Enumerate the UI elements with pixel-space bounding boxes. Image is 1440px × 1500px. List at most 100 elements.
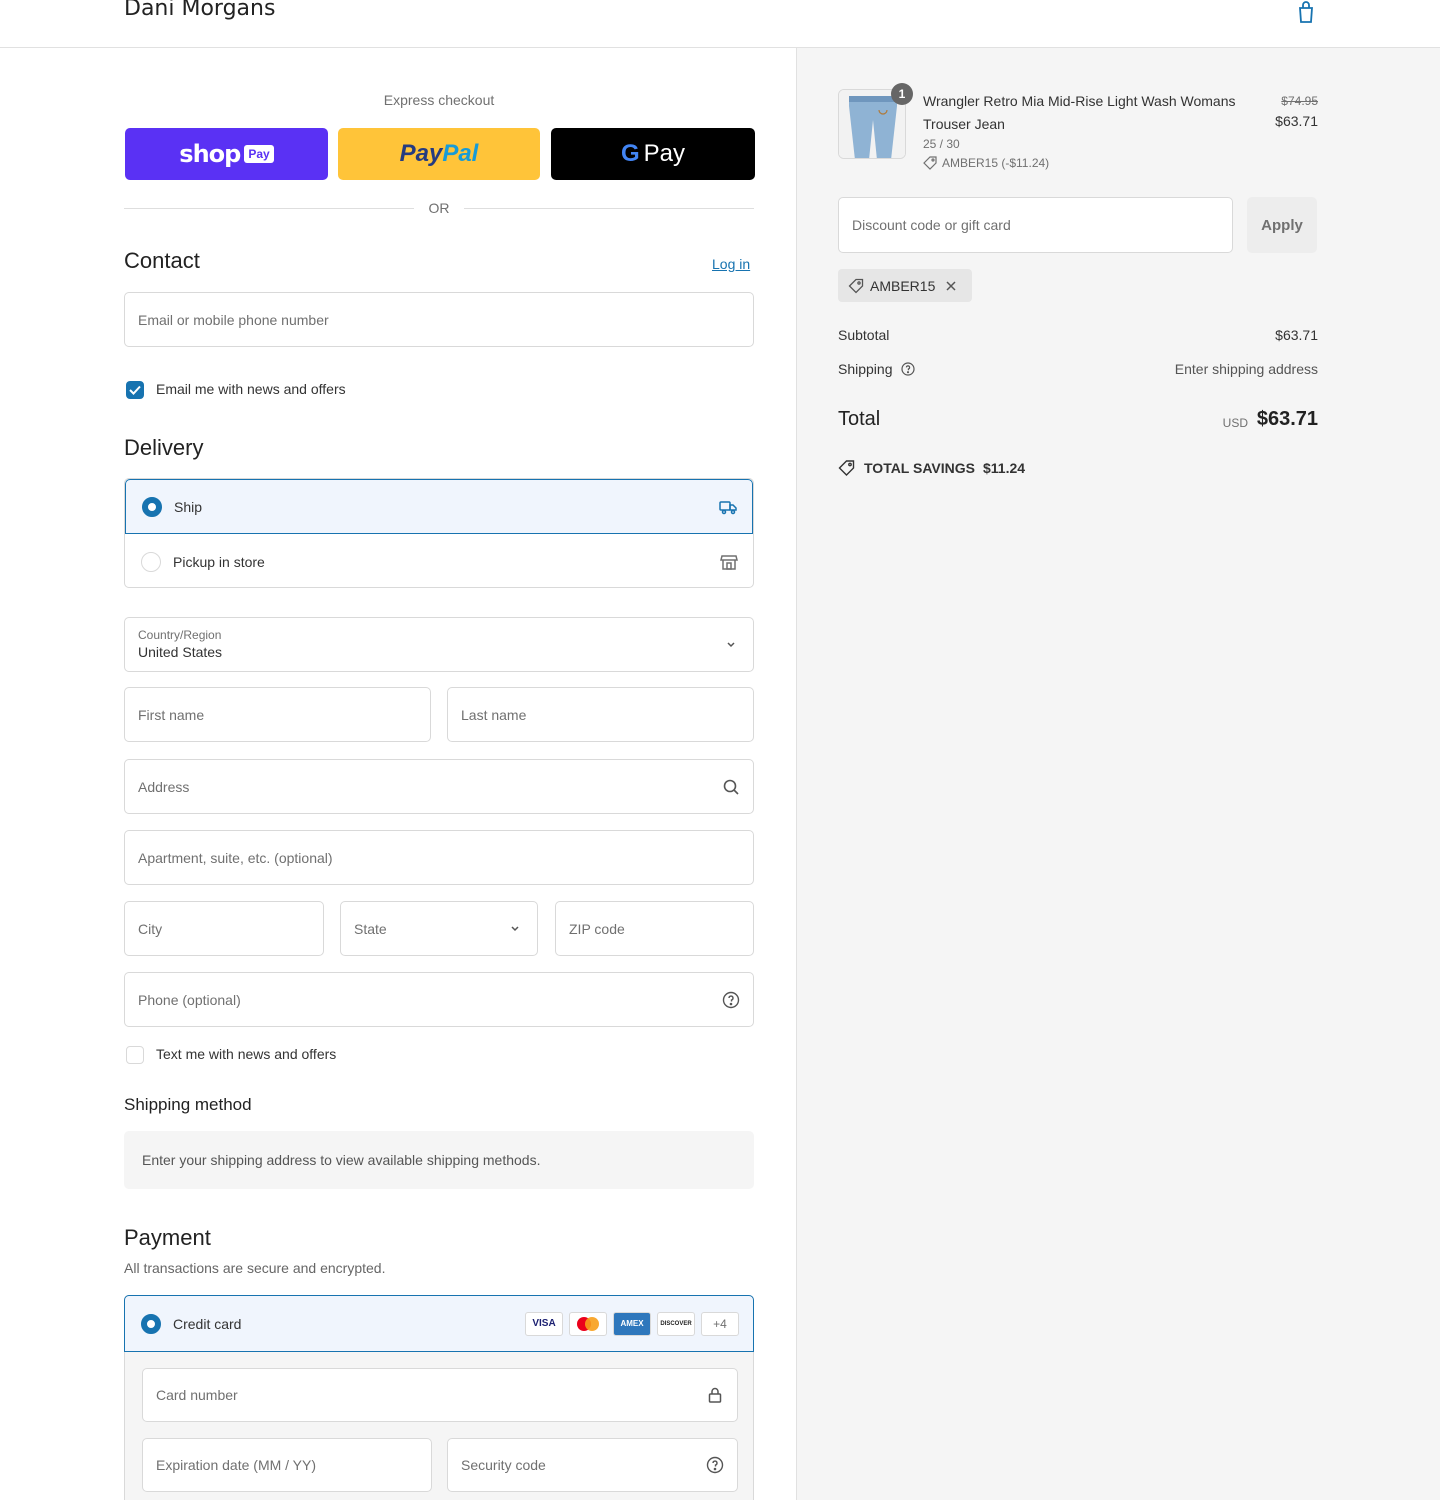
total-label: Total bbox=[838, 408, 881, 430]
zip-placeholder: ZIP code bbox=[569, 920, 625, 937]
shipping-label: Shipping bbox=[838, 361, 893, 377]
expiration-field[interactable]: Expiration date (MM / YY) bbox=[142, 1438, 432, 1492]
lock-icon bbox=[708, 1387, 722, 1403]
or-divider-text: OR bbox=[428, 200, 450, 216]
address-placeholder: Address bbox=[138, 778, 190, 795]
country-label: Country/Region bbox=[138, 628, 222, 642]
discounted-price: $63.71 bbox=[1275, 113, 1318, 129]
discover-logo-icon: DISCOVER bbox=[657, 1311, 695, 1336]
last-name-field[interactable]: Last name bbox=[447, 687, 754, 742]
phone-placeholder: Phone (optional) bbox=[138, 991, 241, 1008]
savings-value: $11.24 bbox=[982, 460, 1026, 476]
shop-pay-button[interactable]: shop Pay bbox=[125, 128, 328, 180]
applied-discount-tag: AMBER15 bbox=[838, 269, 972, 302]
discount-code-field[interactable]: Discount code or gift card bbox=[838, 197, 1233, 253]
original-price: $74.95 bbox=[1281, 94, 1318, 108]
sms-newsletter-checkbox[interactable] bbox=[126, 1046, 144, 1064]
total-row: Total USD $63.71 bbox=[838, 408, 1318, 431]
last-name-placeholder: Last name bbox=[461, 706, 527, 723]
subtotal-label: Subtotal bbox=[838, 327, 890, 343]
credit-card-label: Credit card bbox=[173, 1315, 242, 1332]
shop-pay-badge: Pay bbox=[244, 145, 274, 163]
paypal-word-1: Pay bbox=[399, 140, 443, 167]
tag-icon bbox=[848, 278, 864, 293]
card-number-field[interactable]: Card number bbox=[142, 1368, 738, 1422]
shopping-bag-icon[interactable] bbox=[1294, 0, 1318, 24]
divider-left bbox=[124, 208, 414, 209]
tag-icon bbox=[838, 460, 855, 476]
mastercard-logo-icon bbox=[569, 1311, 607, 1336]
quantity-badge: 1 bbox=[891, 83, 913, 105]
total-savings: TOTAL SAVINGS $11.24 bbox=[838, 459, 1025, 477]
ship-radio[interactable] bbox=[142, 496, 162, 517]
sms-newsletter-label: Text me with news and offers bbox=[156, 1046, 337, 1062]
product-discount: AMBER15 (-$11.24) bbox=[923, 156, 1049, 170]
contact-heading: Contact bbox=[124, 248, 200, 273]
total-currency: USD bbox=[1222, 416, 1248, 430]
email-newsletter-label: Email me with news and offers bbox=[156, 381, 346, 397]
pickup-radio[interactable] bbox=[141, 551, 161, 572]
zip-field[interactable]: ZIP code bbox=[555, 901, 754, 956]
chevron-down-icon bbox=[511, 925, 519, 931]
subtotal-value: $63.71 bbox=[1275, 327, 1318, 343]
shipping-value: Enter shipping address bbox=[1174, 361, 1318, 377]
login-link[interactable]: Log in bbox=[712, 256, 750, 272]
shop-pay-word: shop bbox=[179, 140, 241, 168]
truck-icon bbox=[719, 500, 737, 514]
apartment-field[interactable]: Apartment, suite, etc. (optional) bbox=[124, 830, 754, 885]
phone-field[interactable]: Phone (optional) bbox=[124, 972, 754, 1027]
expiration-placeholder: Expiration date (MM / YY) bbox=[156, 1457, 317, 1473]
payment-method-group: Credit card VISA AMEX DISCOVER +4 Card n… bbox=[124, 1295, 754, 1500]
product-name: Wrangler Retro Mia Mid-Rise Light Wash W… bbox=[923, 93, 1236, 132]
discount-placeholder: Discount code or gift card bbox=[852, 217, 1011, 233]
credit-card-radio[interactable] bbox=[141, 1313, 161, 1334]
security-code-field[interactable]: Security code bbox=[447, 1438, 738, 1492]
savings-label: TOTAL SAVINGS bbox=[864, 460, 975, 476]
delivery-method-group: Ship Pickup in store bbox=[124, 478, 754, 588]
apply-discount-button[interactable]: Apply bbox=[1247, 197, 1317, 253]
shipping-method-heading: Shipping method bbox=[124, 1095, 252, 1114]
more-cards-badge[interactable]: +4 bbox=[701, 1311, 739, 1336]
ship-label: Ship bbox=[174, 498, 203, 515]
google-pay-button[interactable]: G Pay bbox=[551, 128, 755, 180]
store-icon bbox=[720, 554, 738, 570]
state-placeholder: State bbox=[354, 920, 387, 937]
amex-logo-icon: AMEX bbox=[613, 1311, 651, 1336]
email-newsletter-checkbox[interactable] bbox=[126, 381, 144, 399]
help-circle-icon[interactable] bbox=[721, 990, 741, 1010]
first-name-placeholder: First name bbox=[138, 706, 205, 723]
city-placeholder: City bbox=[138, 920, 163, 937]
subtotal-row: Subtotal $63.71 bbox=[838, 327, 1318, 343]
help-circle-icon[interactable] bbox=[705, 1455, 725, 1475]
email-field[interactable]: Email or mobile phone number bbox=[124, 292, 754, 347]
pickup-label: Pickup in store bbox=[173, 553, 265, 570]
country-value: United States bbox=[138, 644, 223, 660]
google-g-icon: G bbox=[620, 140, 640, 167]
country-select[interactable]: Country/Region United States bbox=[124, 617, 754, 672]
paypal-button[interactable]: Pay Pal bbox=[338, 128, 540, 180]
product-discount-text: AMBER15 (-$11.24) bbox=[942, 156, 1050, 170]
city-field[interactable]: City bbox=[124, 901, 324, 956]
card-number-placeholder: Card number bbox=[156, 1387, 238, 1403]
first-name-field[interactable]: First name bbox=[124, 687, 431, 742]
card-logos: VISA AMEX DISCOVER +4 bbox=[525, 1311, 739, 1336]
visa-logo-icon: VISA bbox=[525, 1311, 563, 1336]
express-checkout-label: Express checkout bbox=[383, 92, 495, 108]
state-select[interactable]: State bbox=[340, 901, 538, 956]
shipping-method-info-text: Enter your shipping address to view avai… bbox=[142, 1152, 541, 1168]
gpay-word: Pay bbox=[643, 140, 686, 167]
delivery-option-ship[interactable]: Ship bbox=[125, 479, 753, 534]
help-circle-icon[interactable] bbox=[900, 361, 916, 377]
search-icon bbox=[723, 779, 739, 795]
close-icon[interactable] bbox=[945, 280, 957, 292]
delivery-option-pickup[interactable]: Pickup in store bbox=[125, 534, 753, 587]
address-field[interactable]: Address bbox=[124, 759, 754, 814]
payment-heading: Payment bbox=[124, 1225, 211, 1250]
header: Dani Morgans bbox=[0, 0, 1440, 48]
shipping-row: Shipping Enter shipping address bbox=[838, 361, 1318, 377]
credit-card-option[interactable]: Credit card VISA AMEX DISCOVER +4 bbox=[124, 1295, 754, 1352]
divider-right bbox=[464, 208, 754, 209]
store-name[interactable]: Dani Morgans bbox=[124, 0, 275, 21]
tag-icon bbox=[923, 156, 937, 170]
delivery-heading: Delivery bbox=[124, 435, 204, 460]
